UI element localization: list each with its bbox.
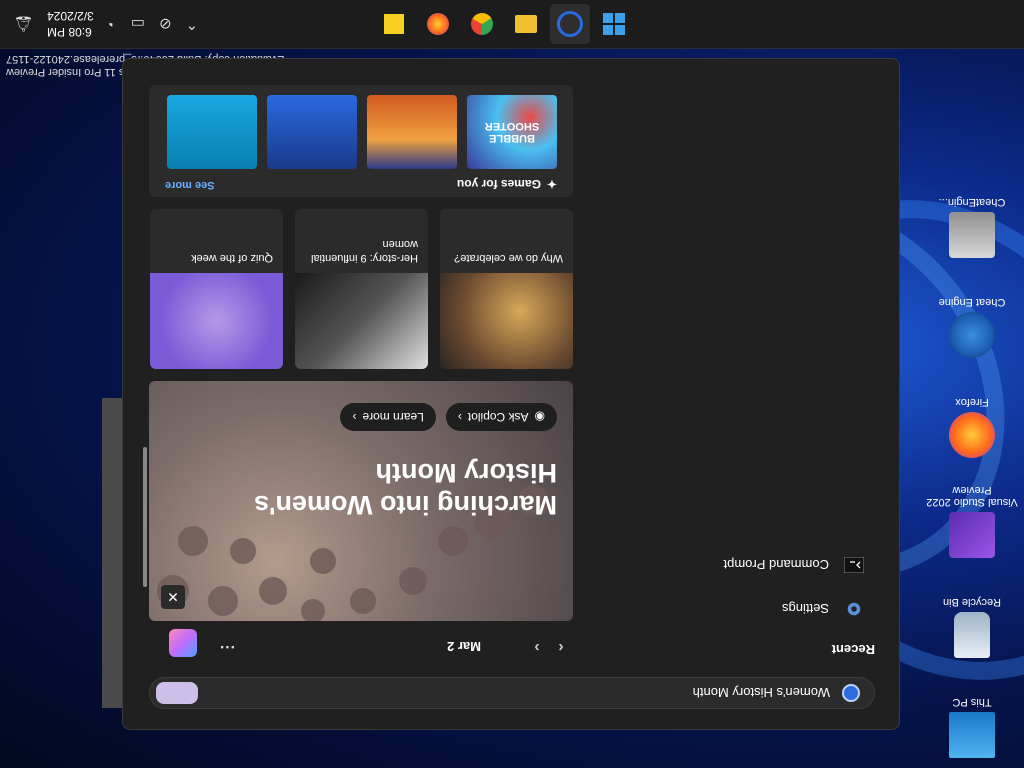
games-title: Games for you: [456, 177, 541, 191]
start-icon: [603, 13, 625, 35]
hero-title: Marching into Women's History Month: [254, 458, 557, 520]
chevron-right-icon: ›: [457, 410, 462, 424]
gear-icon: [843, 598, 865, 620]
game-controller-icon: ✦: [546, 177, 557, 191]
learn-more-label: Learn more: [362, 410, 424, 424]
quiz-image: [150, 273, 283, 369]
ask-copilot-button[interactable]: ◉ Ask Copilot ›: [445, 403, 557, 431]
hero-actions: ◉ Ask Copilot › Learn more ›: [340, 403, 557, 431]
desktop-icon-label: Cheat Engine: [938, 296, 1006, 308]
network-icon[interactable]: ⊘: [159, 15, 172, 33]
story-image: [440, 273, 573, 369]
search-input[interactable]: [198, 684, 832, 702]
story-title: Her-story: 9 influential women: [311, 238, 418, 264]
recent-item-command-prompt[interactable]: Command Prompt: [565, 554, 875, 576]
games-section: ✦ Games for you See more BUBBLE SHOOTER: [149, 85, 573, 197]
game-thumbnails: BUBBLE SHOOTER: [167, 95, 557, 169]
recent-item-label: Command Prompt: [723, 557, 829, 573]
chevron-right-icon: ›: [352, 410, 357, 424]
more-options-button[interactable]: ···: [219, 637, 235, 655]
copilot-chat-icon: ◉: [534, 410, 545, 424]
search-icon: [842, 684, 860, 702]
recent-section: Recent Settings Command Prompt: [565, 554, 875, 657]
desktop-icon-cheatengine-installer[interactable]: CheatEngin...: [924, 170, 1020, 258]
taskbar-app-file-explorer[interactable]: [506, 4, 546, 44]
cheat-engine-icon: [949, 312, 995, 358]
recycle-bin-icon: [954, 612, 990, 658]
cortana-icon: [557, 11, 583, 37]
scrollbar-thumb[interactable]: [143, 447, 147, 587]
story-title: Why do we celebrate?: [454, 252, 563, 264]
chevron-left-icon[interactable]: ‹: [549, 638, 573, 656]
clock[interactable]: 6:08 PM 3/2/2024: [47, 8, 94, 40]
widgets-panel: Recent Settings Command Prompt ‹ › Mar 2…: [122, 58, 900, 730]
taskbar-app-sticky-notes[interactable]: [374, 4, 414, 44]
hero-card[interactable]: Marching into Women's History Month ◉ As…: [149, 381, 573, 621]
taskbar: ⌃ ⊘ ▭ ◔ 6:08 PM 3/2/2024 🔔︎: [0, 0, 1024, 49]
story-card[interactable]: Why do we celebrate?: [440, 209, 573, 369]
desktop-icon-label: Recycle Bin: [942, 596, 1002, 608]
chevron-up-icon[interactable]: ⌃: [186, 15, 199, 33]
game-name: BUBBLE SHOOTER: [484, 120, 540, 144]
news-feed: ‹ › Mar 2 ··· Marching into Women's Hist…: [149, 85, 573, 657]
taskbar-app-firefox[interactable]: [418, 4, 458, 44]
terminal-icon: [843, 554, 865, 576]
story-card[interactable]: Her-story: 9 influential women: [295, 209, 428, 369]
desktop-icon-label: Visual Studio 2022 Preview: [926, 484, 1018, 508]
taskbar-apps: [374, 4, 634, 44]
story-image: [295, 273, 428, 369]
taskbar-app-cortana[interactable]: [550, 4, 590, 44]
desktop-icon-this-pc[interactable]: This PC: [924, 670, 1020, 758]
game-thumbnail[interactable]: BUBBLE SHOOTER: [467, 95, 557, 169]
learn-more-button[interactable]: Learn more ›: [340, 403, 436, 431]
chevron-right-icon[interactable]: ›: [525, 638, 549, 656]
ask-copilot-label: Ask Copilot: [467, 410, 529, 424]
search-highlight-icon[interactable]: [156, 682, 198, 704]
search-bar[interactable]: [149, 677, 875, 709]
system-tray: ⌃ ⊘ ▭ ◔ 6:08 PM 3/2/2024 🔔︎: [0, 0, 198, 48]
story-title: Quiz of the week: [191, 252, 273, 264]
visual-studio-icon: [949, 512, 995, 558]
desktop-icon-visual-studio[interactable]: Visual Studio 2022 Preview: [924, 470, 1020, 558]
battery-icon[interactable]: ▭: [131, 15, 145, 33]
see-more-link[interactable]: See more: [165, 179, 215, 191]
taskbar-app-chrome[interactable]: [462, 4, 502, 44]
clock-time: 6:08 PM: [47, 25, 92, 39]
game-thumbnail[interactable]: [167, 95, 257, 169]
feed-date: Mar 2: [447, 639, 481, 655]
game-thumbnail[interactable]: [267, 95, 357, 169]
copilot-icon[interactable]: [169, 629, 197, 657]
desktop-icon-recycle-bin[interactable]: Recycle Bin: [924, 570, 1020, 658]
story-cards: Why do we celebrate? Her-story: 9 influe…: [149, 209, 573, 369]
games-header: ✦ Games for you: [457, 177, 557, 191]
firefox-icon: [427, 13, 449, 35]
game-thumbnail[interactable]: [367, 95, 457, 169]
desktop-icon-label: Firefox: [955, 396, 989, 408]
desktop-icon-label: This PC: [952, 696, 992, 708]
close-icon[interactable]: ✕: [161, 585, 185, 609]
monitor-icon: [949, 712, 995, 758]
desktop-icons: This PC Recycle Bin Visual Studio 2022 P…: [924, 158, 1020, 758]
firefox-icon: [949, 412, 995, 458]
notification-bell-icon[interactable]: 🔔︎: [14, 15, 33, 33]
background-window-edge: [102, 398, 124, 708]
start-button[interactable]: [594, 4, 634, 44]
recent-title: Recent: [831, 642, 875, 657]
scrollbar[interactable]: [137, 117, 151, 657]
sticky-notes-icon: [384, 14, 404, 34]
desktop-icon-firefox[interactable]: Firefox: [924, 370, 1020, 458]
date-nav: ‹ › Mar 2 ···: [149, 629, 573, 657]
desktop: This PC Recycle Bin Visual Studio 2022 P…: [0, 0, 1024, 768]
desktop-icon-label: CheatEngin...: [938, 196, 1006, 208]
installer-icon: [949, 212, 995, 258]
desktop-icon-cheat-engine[interactable]: Cheat Engine: [924, 270, 1020, 358]
recent-item-label: Settings: [782, 601, 829, 617]
story-card[interactable]: Quiz of the week: [150, 209, 283, 369]
chrome-icon: [471, 13, 493, 35]
file-explorer-icon: [515, 15, 537, 33]
clock-date: 3/2/2024: [47, 9, 94, 23]
volume-icon[interactable]: ◔: [108, 16, 117, 33]
recent-item-settings[interactable]: Settings: [565, 598, 875, 620]
